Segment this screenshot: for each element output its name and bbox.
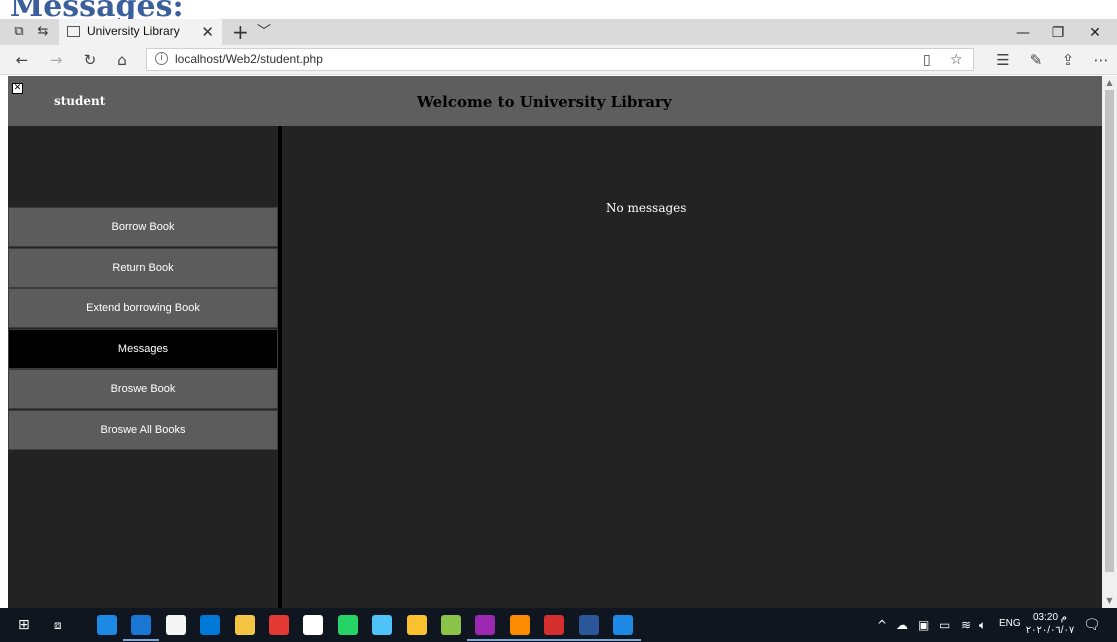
visual-studio-icon[interactable] [475, 615, 496, 635]
browser-tab[interactable]: University Library ✕ [59, 19, 222, 45]
tab-title: University Library [87, 24, 180, 38]
sidebar-item-messages[interactable]: Messages [8, 328, 278, 369]
new-tab-icon[interactable]: + [232, 21, 249, 43]
close-tab-icon[interactable]: ✕ [201, 23, 214, 41]
refresh-icon[interactable]: ↻ [80, 50, 100, 70]
running-indicator [501, 639, 538, 641]
sidebar: Borrow Book Return Book Extend borrowing B… [8, 126, 282, 608]
back-icon[interactable]: ← [12, 50, 32, 70]
running-indicator [467, 639, 504, 641]
favorite-star-icon[interactable]: ☆ [950, 51, 963, 69]
word-icon[interactable] [578, 615, 599, 635]
set-aside-tabs-icon[interactable]: ⧉ [10, 23, 28, 41]
minimize-icon[interactable]: — [1013, 23, 1033, 43]
info-icon[interactable]: i [155, 52, 168, 65]
task-view-icon[interactable]: ⧈ [54, 617, 62, 633]
tiles-icon[interactable] [406, 615, 427, 635]
tab-list-chevron-down-icon[interactable]: ﹀ [257, 22, 271, 42]
virtualbox-icon[interactable] [372, 615, 393, 635]
sidebar-menu: Borrow Book Return Book Extend borrowing B… [8, 207, 278, 451]
mail-icon[interactable] [200, 615, 221, 635]
language-indicator[interactable]: ENG [999, 618, 1021, 629]
vscode-icon[interactable] [613, 615, 633, 635]
settings-icon[interactable] [303, 615, 324, 635]
share-icon[interactable]: ⇪ [1058, 50, 1078, 70]
vertical-scrollbar[interactable]: ▲ ▼ [1102, 76, 1117, 608]
app-header: ✕ student Welcome to University Library [8, 76, 1102, 126]
clock[interactable]: 03:20 م ٢٠٢٠/٠٦/٠٧ [1024, 611, 1076, 637]
clock-date: ٢٠٢٠/٠٦/٠٧ [1025, 625, 1075, 636]
user-label: student [54, 94, 106, 108]
header-title: Welcome to University Library [417, 93, 672, 111]
media-icon[interactable] [441, 615, 461, 635]
reading-view-icon[interactable]: ▯ [923, 51, 931, 69]
scroll-up-icon[interactable]: ▲ [1102, 76, 1117, 90]
restore-icon[interactable]: ❐ [1048, 23, 1068, 43]
acrobat-icon[interactable] [544, 615, 565, 635]
home-icon[interactable]: ⌂ [112, 50, 132, 70]
wifi-icon[interactable]: ≋ [961, 617, 971, 633]
xampp-icon[interactable] [509, 615, 530, 635]
sidebar-item-broswe-book[interactable]: Broswe Book [8, 369, 278, 410]
action-center-icon[interactable]: 🗨︎ [1083, 617, 1101, 633]
taskbar: ⊞ ⧈ ^ ☁ ▣ ▭ ≋ 🔈︎ ENG 03:20 م ٢٠٢٠/٠٦/٠٧ … [0, 608, 1117, 642]
onedrive-icon[interactable]: ☁ [896, 617, 908, 633]
clock-time: 03:20 م [1032, 612, 1067, 623]
address-url[interactable]: localhost/Web2/student.php [175, 52, 323, 66]
forward-icon[interactable]: → [46, 50, 66, 70]
address-bar[interactable]: i localhost/Web2/student.php ▯ ☆ [146, 48, 974, 71]
running-indicator [570, 639, 607, 641]
scroll-thumb[interactable] [1105, 90, 1114, 572]
running-indicator [123, 639, 160, 641]
tab-preview-icon[interactable]: ⇆ [34, 23, 52, 41]
sidebar-item-broswe-all-books[interactable]: Broswe All Books [8, 409, 278, 450]
navigation-bar: ← → ↻ ⌂ i localhost/Web2/student.php ▯ ☆… [0, 45, 1117, 75]
store-icon[interactable] [165, 615, 186, 635]
no-messages-text: No messages [606, 201, 687, 215]
page-viewport: ✕ student Welcome to University Library … [8, 76, 1102, 608]
tray-app-icon[interactable]: ▣ [918, 617, 929, 633]
close-window-icon[interactable]: ✕ [1085, 23, 1105, 43]
people-icon[interactable] [97, 615, 117, 635]
file-explorer-icon[interactable] [234, 615, 255, 635]
content-area: No messages [286, 126, 1102, 608]
pen-icon[interactable]: ✎ [1026, 50, 1046, 70]
more-options-icon[interactable]: ⋯ [1091, 50, 1111, 70]
page-favicon-icon [67, 26, 80, 37]
favorites-bar-icon[interactable]: ☰ [993, 50, 1013, 70]
windows-start-icon[interactable]: ⊞ [18, 617, 30, 633]
sidebar-item-borrow-book[interactable]: Borrow Book [8, 207, 278, 247]
broken-image-icon: ✕ [12, 83, 23, 94]
volume-icon[interactable]: 🔈︎ [979, 617, 986, 633]
edge-icon[interactable] [131, 615, 152, 635]
chrome-icon[interactable] [269, 615, 289, 635]
sidebar-item-extend-borrowing-book[interactable]: Extend borrowing Book [8, 288, 278, 329]
show-hidden-icons-icon[interactable]: ^ [877, 617, 887, 633]
running-indicator [536, 639, 573, 641]
sidebar-item-return-book[interactable]: Return Book [8, 247, 278, 288]
battery-icon[interactable]: ▭ [939, 617, 950, 633]
tab-strip: ⧉ ⇆ University Library ✕ + ﹀ — ❐ ✕ [0, 19, 1117, 45]
whatsapp-icon[interactable] [337, 615, 358, 635]
running-indicator [605, 639, 641, 641]
scroll-down-icon[interactable]: ▼ [1102, 594, 1117, 608]
